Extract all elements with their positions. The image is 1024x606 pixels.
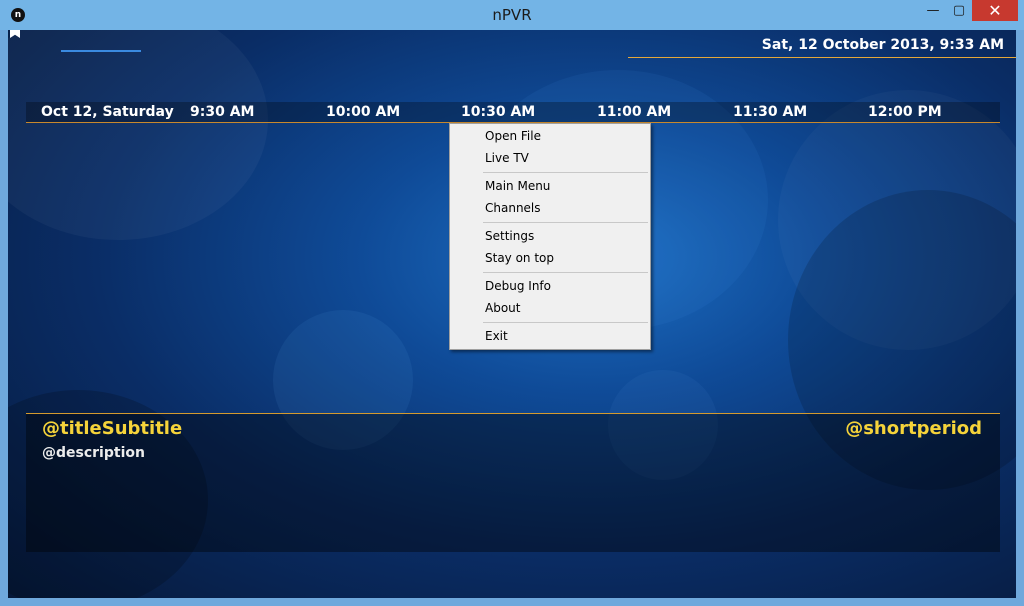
- timeline-time: 12:00 PM: [868, 104, 942, 120]
- menu-separator: [483, 322, 648, 323]
- date-underline: [61, 50, 141, 52]
- clock: Sat, 12 October 2013, 9:33 AM: [761, 37, 1004, 53]
- menu-item-stay-on-top[interactable]: Stay on top: [485, 249, 554, 267]
- minimize-button[interactable]: —: [920, 0, 946, 21]
- menu-item-debug-info[interactable]: Debug Info: [485, 277, 551, 295]
- close-button[interactable]: ✕: [972, 0, 1018, 21]
- menu-item-main-menu[interactable]: Main Menu: [485, 177, 550, 195]
- clock-divider: [628, 57, 1016, 58]
- menu-item-channels[interactable]: Channels: [485, 199, 541, 217]
- program-period: @shortperiod: [845, 418, 982, 439]
- menu-separator: [483, 272, 648, 273]
- menu-separator: [483, 222, 648, 223]
- program-description: @description: [42, 445, 145, 461]
- maximize-button[interactable]: ▢: [946, 0, 972, 21]
- program-info-panel: @titleSubtitle @shortperiod @description: [26, 414, 1000, 552]
- timeline-time: 11:00 AM: [597, 104, 672, 120]
- timeline-time: 10:30 AM: [461, 104, 536, 120]
- menu-item-settings[interactable]: Settings: [485, 227, 534, 245]
- menu-item-open-file[interactable]: Open File: [485, 127, 541, 145]
- timeline-time: 11:30 AM: [733, 104, 808, 120]
- menu-item-exit[interactable]: Exit: [485, 327, 508, 345]
- menu-separator: [483, 172, 648, 173]
- window-titlebar[interactable]: n nPVR — ▢ ✕: [0, 0, 1024, 30]
- timeline-date[interactable]: Oct 12, Saturday: [41, 102, 174, 122]
- menu-item-live-tv[interactable]: Live TV: [485, 149, 529, 167]
- program-title: @titleSubtitle: [42, 418, 183, 439]
- timeline-bar: Oct 12, Saturday 9:30 AM 10:00 AM 10:30 …: [26, 102, 1000, 122]
- background-bubble: [8, 30, 268, 240]
- menu-item-about[interactable]: About: [485, 299, 520, 317]
- timeline-time: 9:30 AM: [190, 104, 255, 120]
- window-title: nPVR: [492, 6, 532, 24]
- timeline-time: 10:00 AM: [326, 104, 401, 120]
- context-menu: Open File Live TV Main Menu Channels Set…: [449, 123, 651, 350]
